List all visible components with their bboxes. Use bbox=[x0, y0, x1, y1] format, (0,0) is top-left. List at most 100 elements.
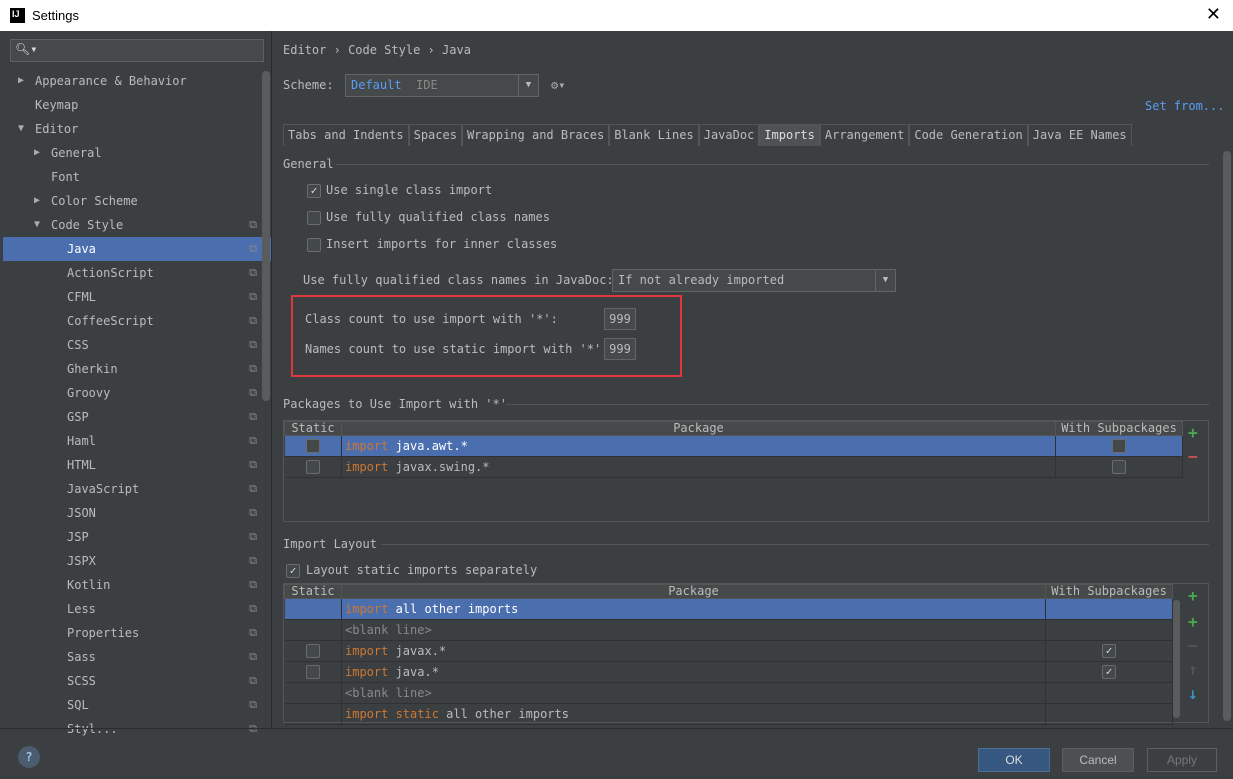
names-count-input[interactable]: 999 bbox=[604, 338, 636, 360]
divider bbox=[506, 404, 1209, 405]
javadoc-select[interactable]: If not already imported ▼ bbox=[612, 269, 896, 292]
checkbox[interactable] bbox=[307, 211, 321, 225]
settings-search-input[interactable]: 🔍︎▾ bbox=[10, 39, 264, 62]
sidebar-item[interactable]: ▶ General bbox=[3, 141, 271, 165]
sidebar-item[interactable]: Properties ⧉ bbox=[3, 621, 271, 645]
column-header[interactable]: Static bbox=[284, 584, 342, 599]
sidebar-item[interactable]: JSON ⧉ bbox=[3, 501, 271, 525]
cancel-button[interactable]: Cancel bbox=[1062, 748, 1134, 772]
remove-icon[interactable]: − bbox=[1188, 636, 1198, 655]
tab-tabs-and-indents[interactable]: Tabs and Indents bbox=[283, 124, 409, 146]
sidebar-item[interactable]: CSS ⧉ bbox=[3, 333, 271, 357]
sidebar-item[interactable]: Java ⧉ bbox=[3, 237, 271, 261]
sidebar-item[interactable]: CoffeeScript ⧉ bbox=[3, 309, 271, 333]
checkbox[interactable]: ✓ bbox=[1102, 644, 1116, 658]
move-up-icon[interactable]: ↑ bbox=[1188, 660, 1198, 679]
scheme-select[interactable]: Default IDE ▼ bbox=[345, 74, 539, 97]
close-button[interactable]: ✕ bbox=[1206, 4, 1221, 25]
column-header[interactable]: Package bbox=[341, 584, 1046, 599]
tab-imports[interactable]: Imports bbox=[759, 124, 820, 146]
table-row[interactable]: import all other imports bbox=[284, 598, 1173, 620]
checkbox[interactable] bbox=[305, 665, 320, 679]
checkbox-label: Insert imports for inner classes bbox=[326, 237, 558, 251]
sidebar-item[interactable]: JSP ⧉ bbox=[3, 525, 271, 549]
checkbox[interactable] bbox=[305, 460, 320, 474]
apply-button[interactable]: Apply bbox=[1147, 748, 1217, 772]
tab-wrapping-and-braces[interactable]: Wrapping and Braces bbox=[461, 124, 610, 146]
add-package-icon[interactable]: + bbox=[1188, 586, 1198, 605]
column-header[interactable]: Package bbox=[341, 421, 1056, 436]
sidebar-scrollbar[interactable] bbox=[262, 71, 270, 401]
sidebar-item[interactable]: SCSS ⧉ bbox=[3, 669, 271, 693]
sidebar-item[interactable]: ▼ Code Style ⧉ bbox=[3, 213, 271, 237]
package-cell: <blank line> bbox=[341, 682, 1046, 704]
collapse-arrow-icon[interactable]: ▼ bbox=[18, 117, 24, 141]
table-row[interactable]: import java.* ✓ bbox=[284, 661, 1173, 683]
table-row[interactable]: import java.awt.* bbox=[284, 435, 1183, 457]
column-header[interactable]: With Subpackages bbox=[1045, 584, 1173, 599]
help-button[interactable]: ? bbox=[18, 746, 40, 768]
keyword: import bbox=[345, 665, 389, 679]
sidebar-item[interactable]: ▼ Editor bbox=[3, 117, 271, 141]
remove-icon[interactable]: − bbox=[1188, 447, 1198, 466]
expand-arrow-icon[interactable]: ▶ bbox=[34, 141, 40, 165]
package-name: all other imports bbox=[388, 602, 519, 616]
sidebar-item[interactable]: ▶ Appearance & Behavior bbox=[3, 69, 271, 93]
checkbox[interactable] bbox=[305, 439, 320, 453]
sidebar-item[interactable]: HTML ⧉ bbox=[3, 453, 271, 477]
table-row[interactable]: <blank line> bbox=[284, 682, 1173, 704]
copy-icon: ⧉ bbox=[249, 434, 257, 447]
sidebar-item[interactable]: Font bbox=[3, 165, 271, 189]
move-down-icon[interactable]: ↓ bbox=[1188, 684, 1198, 703]
scheme-gear-icon[interactable]: ⚙▾ bbox=[551, 78, 565, 92]
table-row[interactable]: import javax.swing.* bbox=[284, 456, 1183, 478]
add-blank-line-icon[interactable]: + bbox=[1188, 612, 1198, 631]
expand-arrow-icon[interactable]: ▶ bbox=[18, 69, 24, 93]
sidebar-item[interactable]: Gherkin ⧉ bbox=[3, 357, 271, 381]
chevron-down-icon: ▼ bbox=[518, 75, 538, 96]
sidebar-item[interactable]: JSPX ⧉ bbox=[3, 549, 271, 573]
sidebar-item[interactable]: Less ⧉ bbox=[3, 597, 271, 621]
checkbox[interactable]: ✓ bbox=[1102, 665, 1116, 679]
sidebar-item[interactable]: Haml ⧉ bbox=[3, 429, 271, 453]
table-row[interactable]: <blank line> bbox=[284, 619, 1173, 641]
tab-java-ee-names[interactable]: Java EE Names bbox=[1027, 124, 1132, 146]
layout-static-separately-checkbox[interactable]: ✓ bbox=[286, 564, 300, 578]
checkbox[interactable] bbox=[305, 644, 320, 658]
breadcrumb-item: Java bbox=[442, 43, 471, 57]
checkbox[interactable]: ✓ bbox=[307, 184, 321, 198]
sidebar-item[interactable]: Groovy ⧉ bbox=[3, 381, 271, 405]
table-row[interactable]: import javax.* ✓ bbox=[284, 640, 1173, 662]
sidebar-item[interactable]: Sass ⧉ bbox=[3, 645, 271, 669]
sidebar-item[interactable]: Kotlin ⧉ bbox=[3, 573, 271, 597]
add-icon[interactable]: + bbox=[1188, 423, 1198, 442]
sidebar-item[interactable]: ▶ Color Scheme bbox=[3, 189, 271, 213]
class-count-input[interactable]: 999 bbox=[604, 308, 636, 330]
import-layout-table: Static Package With Subpackages import all … bbox=[284, 584, 1173, 725]
ok-button[interactable]: OK bbox=[978, 748, 1050, 772]
tab-javadoc[interactable]: JavaDoc bbox=[698, 124, 760, 146]
tab-blank-lines[interactable]: Blank Lines bbox=[609, 124, 699, 146]
expand-arrow-icon[interactable]: ▶ bbox=[34, 189, 40, 213]
column-header[interactable]: With Subpackages bbox=[1055, 421, 1183, 436]
sidebar-item[interactable]: GSP ⧉ bbox=[3, 405, 271, 429]
sidebar-item[interactable]: CFML ⧉ bbox=[3, 285, 271, 309]
sidebar-item[interactable]: ActionScript ⧉ bbox=[3, 261, 271, 285]
tab-code-generation[interactable]: Code Generation bbox=[909, 124, 1028, 146]
layout-table-scrollbar[interactable] bbox=[1173, 600, 1180, 718]
checkbox[interactable] bbox=[1112, 460, 1126, 474]
checkbox[interactable] bbox=[1112, 439, 1126, 453]
set-from-link[interactable]: Set from... bbox=[1145, 99, 1224, 113]
collapse-arrow-icon[interactable]: ▼ bbox=[34, 213, 40, 237]
sidebar-item[interactable]: Keymap bbox=[3, 93, 271, 117]
checkbox[interactable] bbox=[307, 238, 321, 252]
tab-arrangement[interactable]: Arrangement bbox=[819, 124, 910, 146]
copy-icon: ⧉ bbox=[249, 626, 257, 639]
sidebar-item[interactable]: JavaScript ⧉ bbox=[3, 477, 271, 501]
tab-spaces[interactable]: Spaces bbox=[408, 124, 462, 146]
sidebar-item[interactable]: SQL ⧉ bbox=[3, 693, 271, 717]
column-header[interactable]: Static bbox=[284, 421, 342, 436]
dialog-footer: ? OK Cancel Apply bbox=[0, 728, 1233, 779]
main-scrollbar[interactable] bbox=[1223, 151, 1231, 721]
table-row[interactable]: import static all other imports bbox=[284, 703, 1173, 725]
